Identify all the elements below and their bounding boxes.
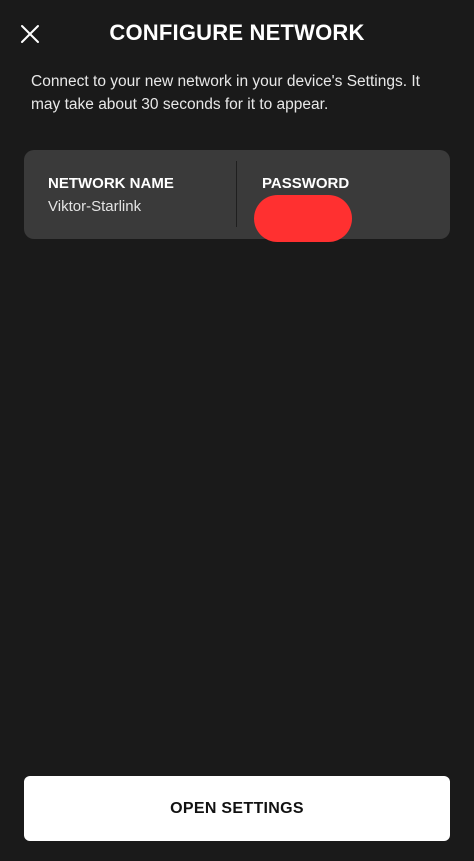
password-redaction bbox=[254, 195, 352, 242]
password-label: PASSWORD bbox=[262, 175, 350, 192]
open-settings-button[interactable]: OPEN SETTINGS bbox=[24, 776, 450, 841]
page-title: CONFIGURE NETWORK bbox=[109, 20, 365, 45]
instructions-text: Connect to your new network in your devi… bbox=[31, 73, 420, 113]
card-divider bbox=[236, 161, 237, 227]
network-name-value: Viktor-Starlink bbox=[48, 198, 142, 215]
network-info-card: NETWORK NAME Viktor-Starlink PASSWORD bbox=[24, 150, 450, 242]
configure-network-screen: CONFIGURE NETWORK Connect to your new ne… bbox=[0, 0, 474, 861]
network-name-label: NETWORK NAME bbox=[48, 175, 174, 192]
